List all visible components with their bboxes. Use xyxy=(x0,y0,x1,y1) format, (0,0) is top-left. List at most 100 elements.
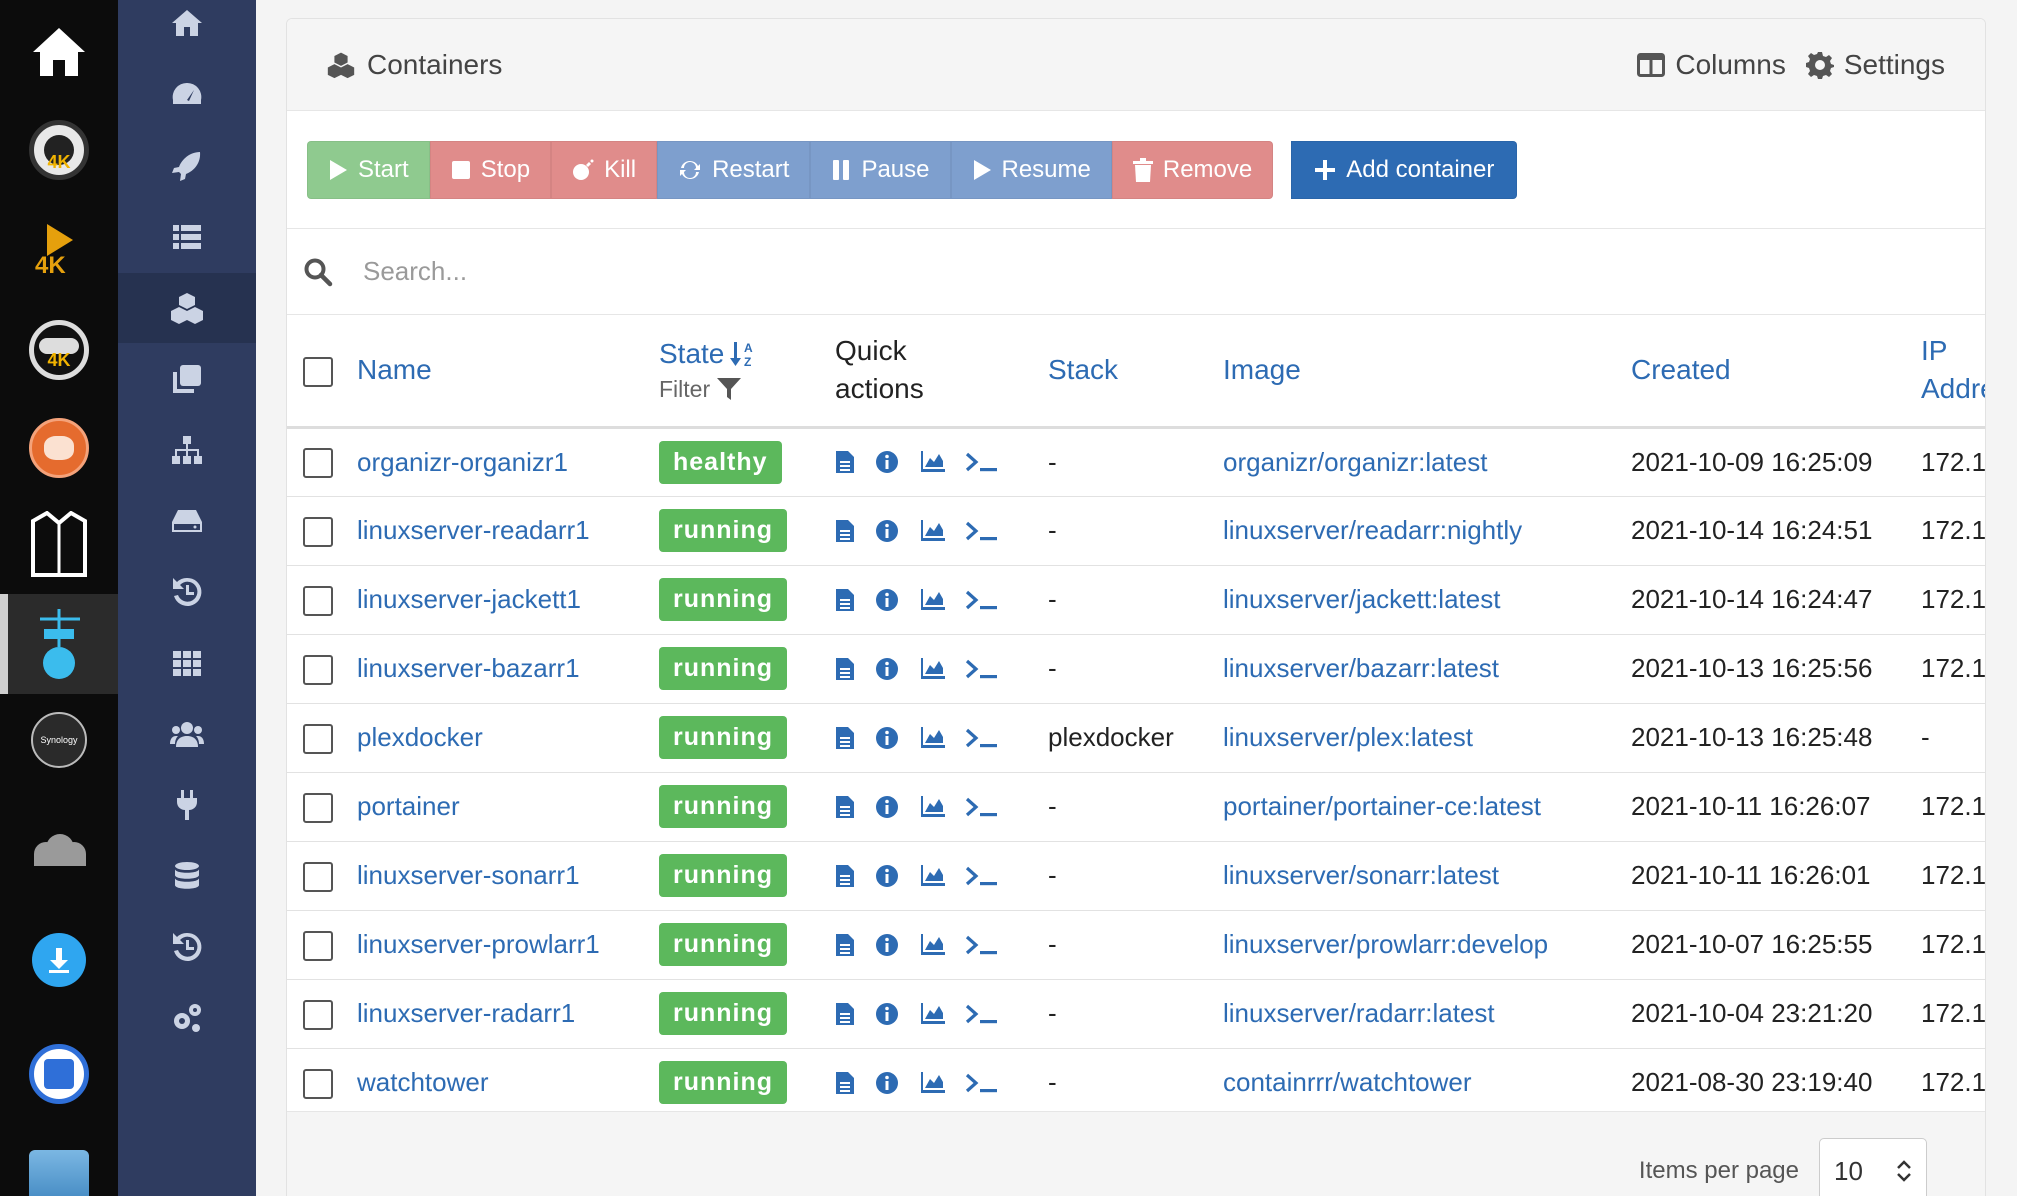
nav-events[interactable] xyxy=(118,557,256,627)
nav-activity[interactable] xyxy=(118,912,256,982)
nav-registries[interactable] xyxy=(118,841,256,911)
row-checkbox[interactable] xyxy=(303,999,333,1030)
nav-home[interactable] xyxy=(118,0,256,58)
console-icon[interactable] xyxy=(965,934,999,956)
info-icon[interactable] xyxy=(875,657,899,681)
info-icon[interactable] xyxy=(875,864,899,888)
row-checkbox[interactable] xyxy=(303,723,333,754)
container-name-link[interactable]: plexdocker xyxy=(357,722,483,752)
cloud-app-icon[interactable] xyxy=(0,800,118,900)
console-icon[interactable] xyxy=(965,796,999,818)
nav-app-templates[interactable] xyxy=(118,131,256,201)
search-input[interactable] xyxy=(363,256,1763,287)
image-link[interactable]: linuxserver/readarr:nightly xyxy=(1223,515,1522,545)
state-column-header[interactable]: State xyxy=(659,338,724,370)
stats-icon[interactable] xyxy=(919,657,945,680)
info-icon[interactable] xyxy=(875,795,899,819)
row-checkbox[interactable] xyxy=(303,585,333,616)
info-icon[interactable] xyxy=(875,1071,899,1095)
stop-button[interactable]: Stop xyxy=(429,140,552,199)
console-icon[interactable] xyxy=(965,865,999,887)
nav-containers[interactable] xyxy=(118,273,256,343)
select-all-checkbox[interactable] xyxy=(303,356,333,387)
console-icon[interactable] xyxy=(965,727,999,749)
nav-settings[interactable] xyxy=(118,983,256,1053)
kill-button[interactable]: Kill xyxy=(551,140,658,199)
row-checkbox[interactable] xyxy=(303,1068,333,1099)
row-checkbox[interactable] xyxy=(303,930,333,961)
portainer-app-icon[interactable] xyxy=(0,594,118,694)
logs-icon[interactable] xyxy=(835,1071,855,1095)
jackett-app-icon[interactable] xyxy=(0,494,118,594)
nav-endpoints[interactable] xyxy=(118,770,256,840)
container-name-link[interactable]: portainer xyxy=(357,791,460,821)
info-icon[interactable] xyxy=(875,726,899,750)
logs-icon[interactable] xyxy=(835,450,855,474)
image-link[interactable]: linuxserver/sonarr:latest xyxy=(1223,860,1499,890)
stats-icon[interactable] xyxy=(919,519,945,542)
container-name-link[interactable]: linuxserver-sonarr1 xyxy=(357,860,580,890)
console-icon[interactable] xyxy=(965,658,999,680)
console-icon[interactable] xyxy=(965,451,999,473)
name-column-header[interactable]: Name xyxy=(357,354,432,385)
plex-4k-app-icon[interactable]: 4K xyxy=(0,200,118,300)
logs-icon[interactable] xyxy=(835,726,855,750)
stats-icon[interactable] xyxy=(919,451,945,473)
nav-dashboard[interactable] xyxy=(118,60,256,130)
logs-icon[interactable] xyxy=(835,657,855,681)
items-per-page-select[interactable]: 10 xyxy=(1819,1138,1927,1196)
ip-column-header[interactable]: IP xyxy=(1921,332,1985,370)
console-icon[interactable] xyxy=(965,520,999,542)
info-icon[interactable] xyxy=(875,450,899,474)
restart-button[interactable]: Restart xyxy=(657,140,811,199)
info-icon[interactable] xyxy=(875,588,899,612)
settings-button[interactable]: Settings xyxy=(1805,49,1945,81)
container-name-link[interactable]: linuxserver-jackett1 xyxy=(357,584,581,614)
download-app-icon[interactable] xyxy=(0,910,118,1010)
image-link[interactable]: containrrr/watchtower xyxy=(1223,1067,1472,1097)
row-checkbox[interactable] xyxy=(303,861,333,892)
columns-button[interactable]: Columns xyxy=(1637,49,1786,81)
logs-icon[interactable] xyxy=(835,864,855,888)
nav-stacks[interactable] xyxy=(118,202,256,272)
resume-button[interactable]: Resume xyxy=(950,140,1112,199)
info-icon[interactable] xyxy=(875,519,899,543)
container-name-link[interactable]: watchtower xyxy=(357,1067,489,1097)
console-icon[interactable] xyxy=(965,589,999,611)
image-link[interactable]: linuxserver/bazarr:latest xyxy=(1223,653,1499,683)
state-filter[interactable]: Filter xyxy=(659,376,835,403)
logs-icon[interactable] xyxy=(835,519,855,543)
info-icon[interactable] xyxy=(875,1002,899,1026)
stats-icon[interactable] xyxy=(919,864,945,887)
radarr-4k-app-icon[interactable]: 4K xyxy=(0,300,118,400)
image-link[interactable]: portainer/portainer-ce:latest xyxy=(1223,791,1541,821)
row-checkbox[interactable] xyxy=(303,792,333,823)
overseerr-4k-app-icon[interactable]: 4K xyxy=(0,100,118,200)
stack-column-header[interactable]: Stack xyxy=(1048,354,1118,385)
info-icon[interactable] xyxy=(875,933,899,957)
photo-app-icon[interactable] xyxy=(0,1150,118,1196)
nav-users[interactable] xyxy=(118,699,256,769)
row-checkbox[interactable] xyxy=(303,654,333,685)
logs-icon[interactable] xyxy=(835,933,855,957)
row-checkbox[interactable] xyxy=(303,448,333,479)
home-app-icon[interactable] xyxy=(0,2,118,102)
logs-icon[interactable] xyxy=(835,588,855,612)
stats-icon[interactable] xyxy=(919,795,945,818)
container-name-link[interactable]: organizr-organizr1 xyxy=(357,447,568,477)
stats-icon[interactable] xyxy=(919,1071,945,1094)
stats-icon[interactable] xyxy=(919,588,945,611)
image-link[interactable]: linuxserver/jackett:latest xyxy=(1223,584,1500,614)
created-column-header[interactable]: Created xyxy=(1631,354,1731,385)
synology-app-icon[interactable]: Synology xyxy=(0,690,118,790)
nav-host[interactable] xyxy=(118,628,256,698)
pause-button[interactable]: Pause xyxy=(810,140,951,199)
container-name-link[interactable]: linuxserver-readarr1 xyxy=(357,515,590,545)
backup-app-icon[interactable] xyxy=(0,1024,118,1124)
remove-button[interactable]: Remove xyxy=(1111,140,1274,199)
container-name-link[interactable]: linuxserver-radarr1 xyxy=(357,998,575,1028)
image-column-header[interactable]: Image xyxy=(1223,354,1301,385)
container-name-link[interactable]: linuxserver-prowlarr1 xyxy=(357,929,600,959)
nav-images[interactable] xyxy=(118,344,256,414)
stats-icon[interactable] xyxy=(919,1002,945,1025)
